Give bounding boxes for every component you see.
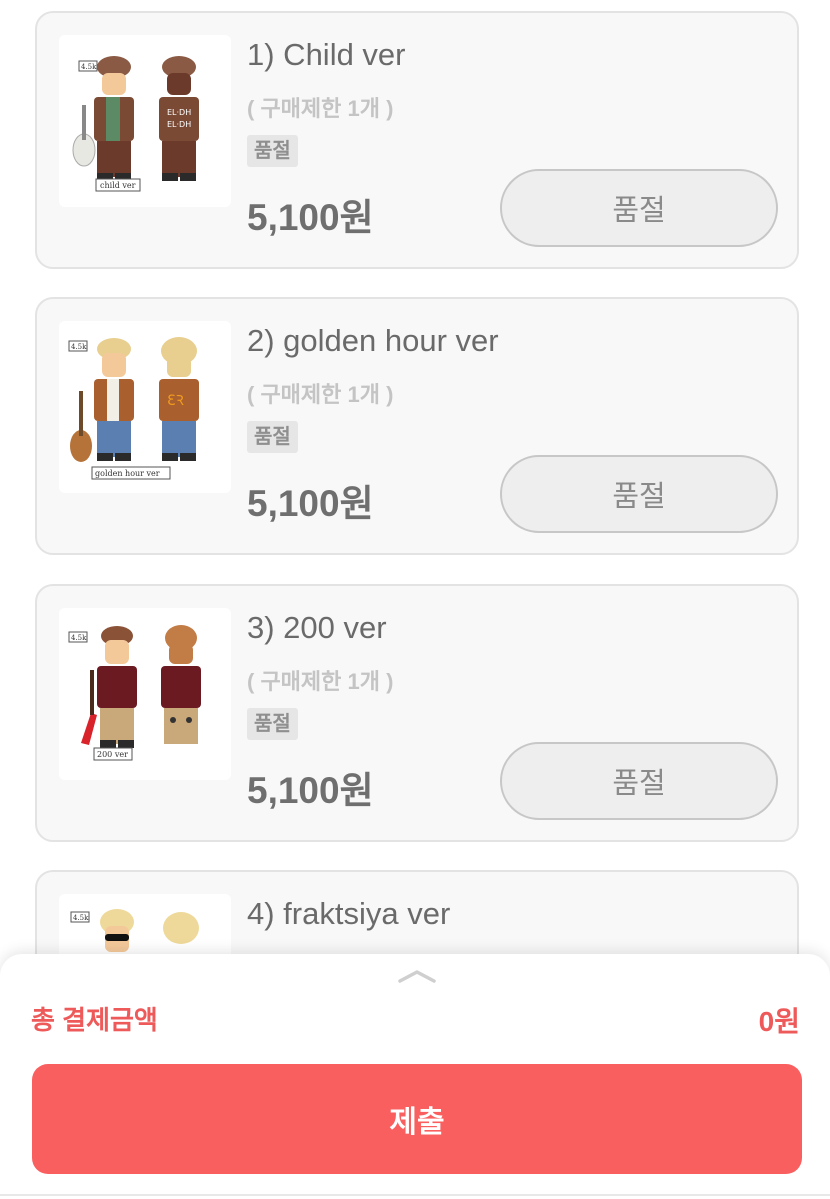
product-card-3[interactable]: 4.5k 200 ver 3) 200 ver (구매제한 1개) 품절 5… xyxy=(35,584,799,842)
product-card-2[interactable]: 4.5k ƐꝚ golden hour ver 2) golden hour v… xyxy=(35,297,799,555)
thumb-tag: 4.5k xyxy=(71,634,87,642)
svg-text:EL·DH: EL·DH xyxy=(167,120,191,129)
svg-text:ƐꝚ: ƐꝚ xyxy=(167,393,185,409)
product-title: 2) golden hour ver xyxy=(247,323,499,358)
purchase-limit: ( 구매제한 1개 ) xyxy=(247,669,394,694)
soldout-badge: 품절 xyxy=(247,421,298,453)
product-title: 4) fraktsiya ver xyxy=(247,896,451,931)
divider xyxy=(0,1194,830,1196)
soldout-button[interactable]: 품절 xyxy=(500,455,778,533)
product-price: 5,100원 xyxy=(247,770,374,811)
thumb-tag: 4.5k xyxy=(71,343,87,351)
svg-text:EL·DH: EL·DH xyxy=(167,108,191,117)
soldout-badge: 품절 xyxy=(247,135,298,167)
thumb-tag: 4.5k xyxy=(81,63,97,71)
soldout-button[interactable]: 품절 xyxy=(500,742,778,820)
purchase-limit: ( 구매제한 1개 ) xyxy=(247,96,394,121)
checkout-sheet: 총 결제금액 0원 제출 xyxy=(0,954,830,1199)
product-price: 5,100원 xyxy=(247,483,374,524)
chevron-up-icon[interactable] xyxy=(397,968,437,989)
total-payment-value: 0원 xyxy=(758,1006,800,1037)
product-image-child: 4.5k EL·DH EL·DH child ver xyxy=(59,35,231,207)
purchase-limit: ( 구매제한 1개 ) xyxy=(247,382,394,407)
product-title: 1) Child ver xyxy=(247,37,406,72)
thumb-caption: child ver xyxy=(100,181,136,190)
total-payment-label: 총 결제금액 xyxy=(31,1005,158,1035)
soldout-button[interactable]: 품절 xyxy=(500,169,778,247)
product-card-1[interactable]: 4.5k EL·DH EL·DH child ver 1) Child ver … xyxy=(35,11,799,269)
product-title: 3) 200 ver xyxy=(247,610,387,645)
product-image-golden-hour: 4.5k ƐꝚ golden hour ver xyxy=(59,321,231,493)
thumb-caption: 200 ver xyxy=(97,750,128,759)
soldout-badge: 품절 xyxy=(247,708,298,740)
submit-button[interactable]: 제출 xyxy=(32,1064,802,1174)
product-price: 5,100원 xyxy=(247,197,374,238)
page: 4.5k EL·DH EL·DH child ver 1) Child ver … xyxy=(0,0,830,1199)
thumb-tag: 4.5k xyxy=(73,914,89,922)
product-image-200: 4.5k 200 ver xyxy=(59,608,231,780)
thumb-caption: golden hour ver xyxy=(95,469,160,478)
